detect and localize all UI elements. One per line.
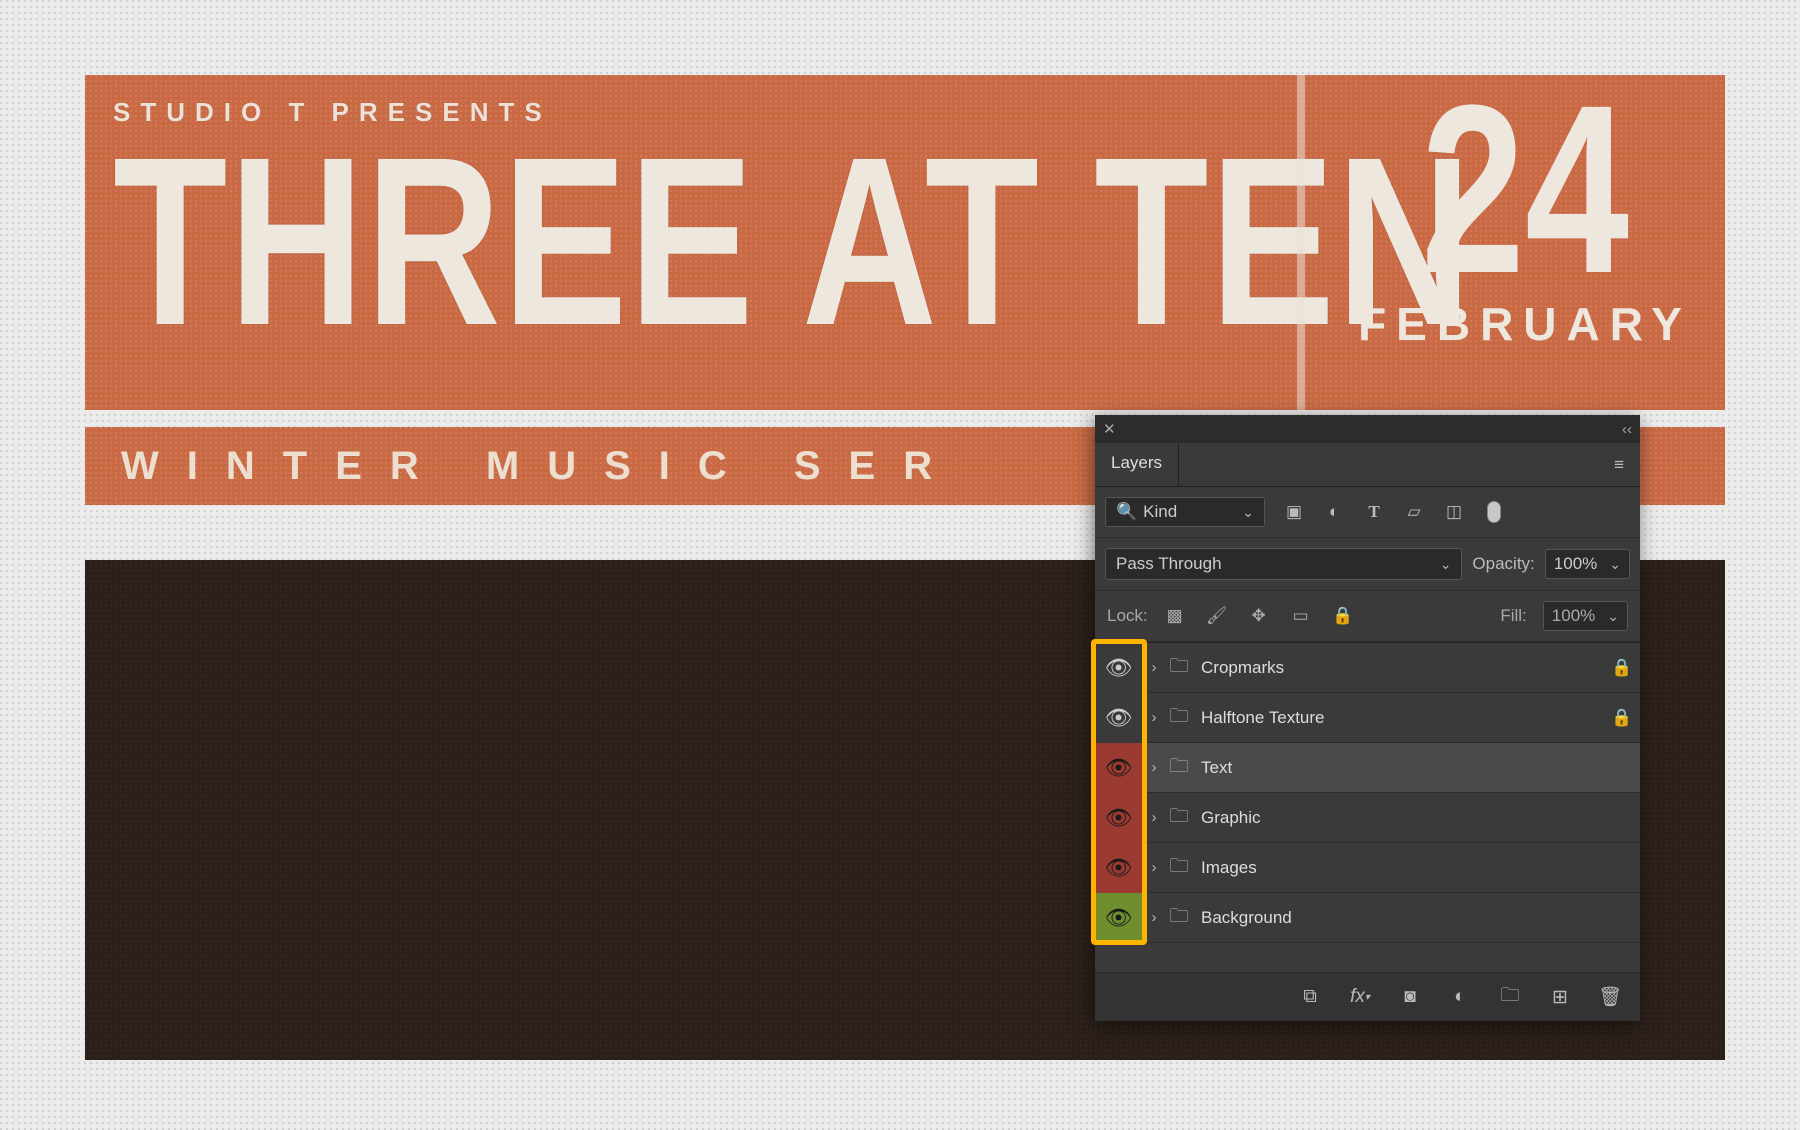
poster-subtitle-text: WINTER MUSIC SER xyxy=(121,444,960,489)
layer-lock-icon[interactable]: 🔒 xyxy=(1604,658,1640,678)
disclosure-triangle[interactable]: › xyxy=(1143,909,1165,926)
panel-tabs: Layers ≡ xyxy=(1095,443,1640,487)
opacity-label: Opacity: xyxy=(1472,554,1534,574)
filter-toggle-switch[interactable] xyxy=(1483,501,1505,523)
eye-icon: 👁 xyxy=(1105,805,1133,831)
blend-mode-dropdown[interactable]: Pass Through xyxy=(1105,548,1462,580)
visibility-toggle[interactable]: 👁 xyxy=(1095,843,1143,893)
fill-input[interactable]: 100% xyxy=(1543,601,1628,631)
layer-name-label[interactable]: Halftone Texture xyxy=(1193,708,1604,728)
blend-mode-value: Pass Through xyxy=(1116,554,1222,574)
link-layers-icon[interactable]: ⧉ xyxy=(1298,985,1322,1009)
filter-pixel-icon[interactable]: ▣ xyxy=(1283,501,1305,523)
lock-all-icon[interactable]: 🔒 xyxy=(1332,605,1354,627)
filter-shape-icon[interactable]: ▱ xyxy=(1403,501,1425,523)
poster-date-block: 24 FEBRUARY xyxy=(1325,75,1725,410)
layer-row[interactable]: 👁 ›🗀Cropmarks🔒 xyxy=(1095,643,1640,693)
poster-day-number: 24 xyxy=(1369,75,1681,303)
visibility-toggle[interactable]: 👁 xyxy=(1095,643,1143,693)
fill-value: 100% xyxy=(1552,606,1595,626)
layer-lock-icon[interactable]: 🔒 xyxy=(1604,708,1640,728)
eye-icon: 👁 xyxy=(1105,855,1133,881)
lock-transparency-icon[interactable]: ▩ xyxy=(1164,605,1186,627)
eye-icon: 👁 xyxy=(1105,705,1133,731)
layer-name-label[interactable]: Images xyxy=(1193,858,1604,878)
filter-row: 🔍 Kind ▣ ◐ T ▱ ◫ xyxy=(1095,487,1640,538)
panel-menu-icon[interactable]: ≡ xyxy=(1600,443,1640,486)
eye-icon: 👁 xyxy=(1105,655,1133,681)
chevron-down-icon xyxy=(1601,606,1619,626)
filter-type-icons: ▣ ◐ T ▱ ◫ xyxy=(1283,501,1505,523)
poster-divider xyxy=(1297,75,1305,410)
search-icon: 🔍 xyxy=(1116,502,1137,522)
folder-icon: 🗀 xyxy=(1165,752,1193,784)
filter-type-icon[interactable]: T xyxy=(1363,501,1385,523)
lock-artboard-icon[interactable]: ▭ xyxy=(1290,605,1312,627)
lock-label: Lock: xyxy=(1107,606,1148,626)
visibility-toggle[interactable]: 👁 xyxy=(1095,793,1143,843)
fill-label: Fill: xyxy=(1500,606,1526,626)
close-icon[interactable]: ✕ xyxy=(1103,420,1116,438)
tab-layers-label: Layers xyxy=(1111,453,1162,472)
panel-footer: ⧉ fx▾ ◙ ◐ 🗀 ⊞ 🗑 xyxy=(1095,973,1640,1021)
layer-fx-icon[interactable]: fx▾ xyxy=(1348,985,1372,1009)
folder-icon: 🗀 xyxy=(1165,902,1193,934)
layer-row[interactable]: 👁 ›🗀Background xyxy=(1095,893,1640,943)
layer-name-label[interactable]: Cropmarks xyxy=(1193,658,1604,678)
folder-icon: 🗀 xyxy=(1165,702,1193,734)
poster-header-band: STUDIO T PRESENTS THREE AT TEN 24 FEBRUA… xyxy=(85,75,1725,410)
lock-row: Lock: ▩ 🖌 ✥ ▭ 🔒 Fill: 100% xyxy=(1095,591,1640,642)
layer-name-label[interactable]: Text xyxy=(1193,758,1604,778)
layer-row[interactable]: 👁 ›🗀Graphic xyxy=(1095,793,1640,843)
folder-icon: 🗀 xyxy=(1165,852,1193,884)
filter-adjustment-icon[interactable]: ◐ xyxy=(1323,501,1345,523)
blend-row: Pass Through Opacity: 100% xyxy=(1095,538,1640,591)
layer-name-label[interactable]: Graphic xyxy=(1193,808,1604,828)
disclosure-triangle[interactable]: › xyxy=(1143,859,1165,876)
panel-titlebar[interactable]: ✕ ‹‹ xyxy=(1095,415,1640,443)
folder-icon: 🗀 xyxy=(1165,802,1193,834)
disclosure-triangle[interactable]: › xyxy=(1143,809,1165,826)
new-adjustment-icon[interactable]: ◐ xyxy=(1448,985,1472,1009)
eye-icon: 👁 xyxy=(1105,755,1133,781)
opacity-input[interactable]: 100% xyxy=(1545,549,1630,579)
folder-icon: 🗀 xyxy=(1165,652,1193,684)
panel-gap xyxy=(1095,943,1640,973)
eye-icon: 👁 xyxy=(1105,905,1133,931)
chevron-down-icon xyxy=(1236,502,1254,522)
filter-smartobject-icon[interactable]: ◫ xyxy=(1443,501,1465,523)
visibility-toggle[interactable]: 👁 xyxy=(1095,693,1143,743)
add-mask-icon[interactable]: ◙ xyxy=(1398,985,1422,1009)
filter-kind-dropdown[interactable]: 🔍 Kind xyxy=(1105,497,1265,527)
visibility-toggle[interactable]: 👁 xyxy=(1095,893,1143,943)
layers-panel[interactable]: ✕ ‹‹ Layers ≡ 🔍 Kind ▣ ◐ T ▱ ◫ Pass Thro… xyxy=(1095,415,1640,1021)
new-group-icon[interactable]: 🗀 xyxy=(1498,985,1522,1009)
delete-layer-icon[interactable]: 🗑 xyxy=(1598,985,1622,1009)
disclosure-triangle[interactable]: › xyxy=(1143,709,1165,726)
lock-position-icon[interactable]: ✥ xyxy=(1248,605,1270,627)
layers-list: 👁›🗀Cropmarks🔒👁›🗀Halftone Texture🔒👁›🗀Text… xyxy=(1095,642,1640,943)
disclosure-triangle[interactable]: › xyxy=(1143,659,1165,676)
layer-row[interactable]: 👁 ›🗀Text xyxy=(1095,743,1640,793)
collapse-icon[interactable]: ‹‹ xyxy=(1622,421,1632,438)
tab-layers[interactable]: Layers xyxy=(1095,443,1179,486)
poster-title-text: THREE AT TEN xyxy=(113,133,1005,349)
new-layer-icon[interactable]: ⊞ xyxy=(1548,985,1572,1009)
layer-name-label[interactable]: Background xyxy=(1193,908,1604,928)
disclosure-triangle[interactable]: › xyxy=(1143,759,1165,776)
chevron-down-icon xyxy=(1434,554,1452,574)
opacity-value: 100% xyxy=(1554,554,1597,574)
filter-kind-label: Kind xyxy=(1143,502,1177,522)
lock-pixels-icon[interactable]: 🖌 xyxy=(1206,605,1228,627)
visibility-toggle[interactable]: 👁 xyxy=(1095,743,1143,793)
layer-row[interactable]: 👁 ›🗀Halftone Texture🔒 xyxy=(1095,693,1640,743)
layer-row[interactable]: 👁 ›🗀Images xyxy=(1095,843,1640,893)
chevron-down-icon xyxy=(1603,554,1621,574)
